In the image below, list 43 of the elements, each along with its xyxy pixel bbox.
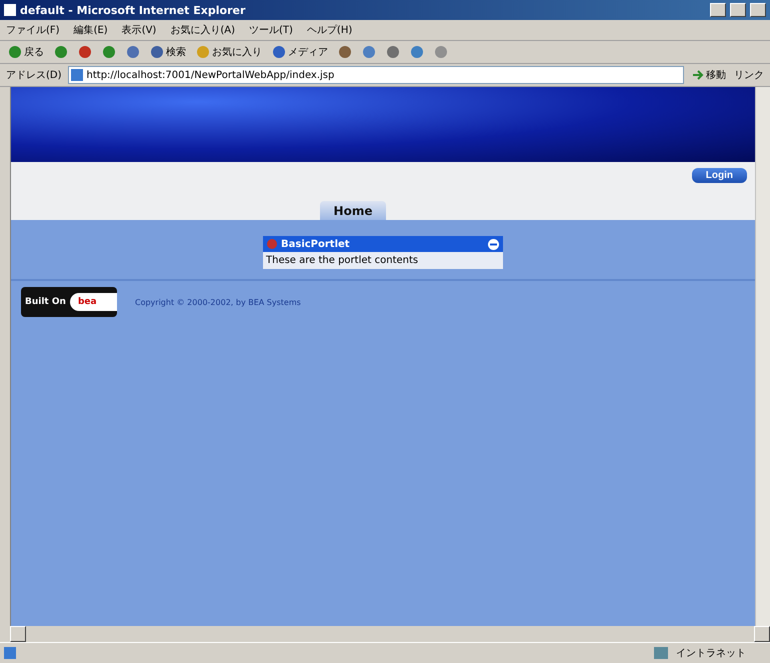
media-button[interactable]: メディア bbox=[270, 45, 330, 59]
edit-button[interactable] bbox=[408, 45, 426, 59]
home-button[interactable] bbox=[124, 45, 142, 59]
intranet-icon bbox=[654, 647, 668, 659]
copyright-text: Copyright © 2000-2002, by BEA Systems bbox=[135, 298, 301, 306]
horizontal-scrollbar[interactable] bbox=[10, 626, 770, 642]
page-icon bbox=[4, 4, 16, 16]
maximize-button[interactable] bbox=[730, 3, 746, 17]
links-label[interactable]: リンク bbox=[734, 68, 764, 82]
login-button[interactable]: Login bbox=[692, 168, 747, 183]
print-button[interactable] bbox=[384, 45, 402, 59]
logo: Built On bea bbox=[21, 287, 117, 317]
menu-item[interactable]: 表示(V) bbox=[122, 23, 156, 37]
page-status-icon bbox=[4, 647, 16, 659]
vertical-scrollbar[interactable] bbox=[755, 87, 770, 626]
window-title: default - Microsoft Internet Explorer bbox=[20, 4, 246, 16]
address-label: アドレス(D) bbox=[6, 69, 62, 82]
tab[interactable]: Home bbox=[320, 201, 386, 220]
menu-item[interactable]: 編集(E) bbox=[74, 23, 108, 37]
address-field[interactable]: http://localhost:7001/NewPortalWebApp/index.jsp bbox=[68, 66, 684, 84]
portlet-icon bbox=[267, 239, 277, 249]
menu-item[interactable]: ファイル(F) bbox=[6, 23, 60, 37]
discuss-button[interactable] bbox=[432, 45, 450, 59]
zone-label: イントラネット bbox=[676, 647, 747, 660]
mail-button[interactable] bbox=[360, 45, 378, 59]
menu-item[interactable]: ツール(T) bbox=[249, 23, 293, 37]
page-icon bbox=[70, 69, 83, 81]
refresh-button[interactable] bbox=[100, 45, 118, 59]
go-button[interactable]: 移動 bbox=[690, 68, 728, 82]
menu-item[interactable]: ヘルプ(H) bbox=[306, 23, 352, 37]
forward-button[interactable] bbox=[52, 45, 70, 59]
portlet-title: BasicPortlet bbox=[281, 238, 351, 250]
search-button[interactable]: 検索 bbox=[148, 45, 188, 59]
back-button[interactable]: 戻る bbox=[6, 45, 46, 59]
portlet-content: These are the portlet contents bbox=[263, 252, 503, 269]
stop-button[interactable] bbox=[76, 45, 94, 59]
menu-item[interactable]: お気に入り(A) bbox=[170, 23, 235, 37]
minimize-button[interactable] bbox=[710, 3, 726, 17]
favorites-button[interactable]: お気に入り bbox=[194, 45, 264, 59]
close-button[interactable] bbox=[750, 3, 766, 17]
history-button[interactable] bbox=[336, 45, 354, 59]
minimize-icon[interactable] bbox=[488, 238, 499, 250]
arrow-icon bbox=[692, 69, 704, 81]
